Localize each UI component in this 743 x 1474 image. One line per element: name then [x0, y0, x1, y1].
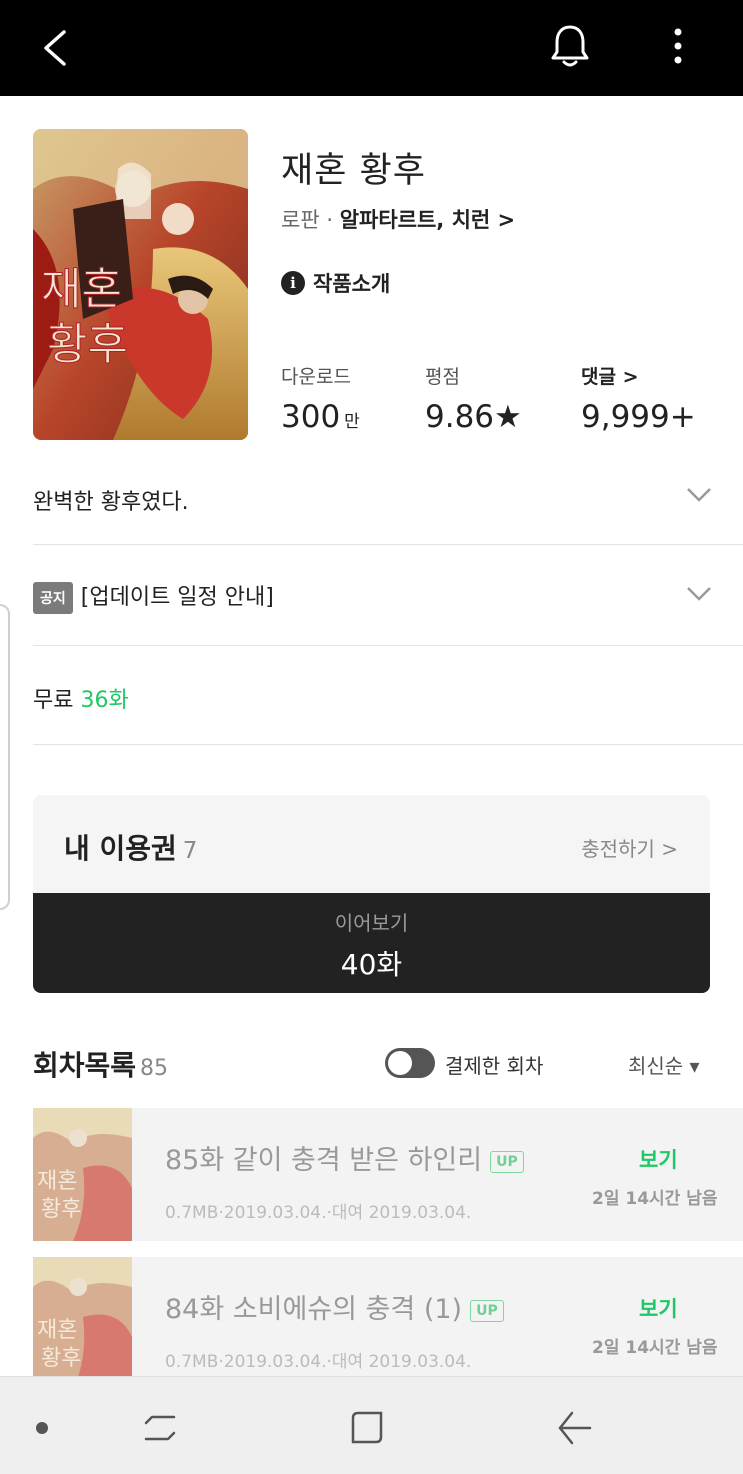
svg-text:재혼: 재혼 [37, 1169, 77, 1194]
synopsis-text: 완벽한 황후였다. [33, 490, 189, 515]
dot-icon[interactable] [34, 1420, 50, 1436]
episode-meta: 0.7MB·2019.03.04.·대여 2019.03.04. [165, 1203, 472, 1223]
sort-dropdown[interactable]: 최신순 ▾ [628, 1050, 700, 1079]
view-button[interactable]: 보기 [639, 1293, 678, 1323]
svg-text:재혼: 재혼 [41, 264, 122, 315]
download-label: 다운로드 [281, 366, 351, 388]
free-info: 무료 36화 [33, 682, 129, 714]
episode-count: 85 [140, 1056, 169, 1081]
back-nav-icon[interactable] [556, 1409, 594, 1447]
episode-title-text: 85화 같이 충격 받은 하인리 [165, 1145, 483, 1176]
intro-link[interactable]: i 작품소개 [281, 268, 390, 298]
episode-title-text: 84화 소비에슈의 충격 (1) [165, 1294, 463, 1325]
pass-box: 내 이용권 7 충전하기 > 이어보기 40화 [33, 795, 710, 993]
svg-text:황후: 황후 [41, 1346, 81, 1371]
home-icon[interactable] [348, 1409, 386, 1447]
remaining-time: 2일 14시간 남음 [592, 1189, 718, 1209]
notice-text: [업데이트 일정 안내] [80, 585, 274, 610]
chevron-down-icon[interactable] [685, 486, 713, 504]
episode-title: 85화 같이 충격 받은 하인리 UP [165, 1138, 524, 1177]
svg-text:재혼: 재혼 [37, 1318, 77, 1343]
notice-tag: 공지 [33, 582, 73, 614]
up-badge: UP [490, 1150, 524, 1173]
download-stat: 다운로드 300 만 [281, 362, 360, 435]
episode-row[interactable]: 재혼 황후 84화 소비에슈의 충격 (1) UP 0.7MB·2019.03.0… [33, 1257, 743, 1390]
svg-text:황후: 황후 [47, 319, 128, 370]
up-badge: UP [470, 1299, 504, 1322]
cover-image: 재혼 황후 [33, 129, 248, 440]
episode-meta: 0.7MB·2019.03.04.·대여 2019.03.04. [165, 1352, 472, 1372]
comments-value: 9,999+ [581, 399, 696, 435]
paid-episodes-label: 결제한 회차 [445, 1054, 544, 1078]
episode-thumbnail: 재혼 황후 [33, 1108, 132, 1241]
episode-thumbnail: 재혼 황후 [33, 1257, 132, 1390]
recent-apps-icon[interactable] [142, 1409, 178, 1447]
chevron-down-icon[interactable] [685, 585, 713, 603]
paid-episodes-toggle[interactable] [385, 1048, 435, 1078]
download-unit: 만 [344, 412, 360, 432]
work-meta: 로판 · 알파타르트, 치런 > [281, 204, 515, 234]
genre-label: 로판 · [281, 208, 333, 232]
notice: 공지 [업데이트 일정 안내] [33, 579, 274, 614]
download-value: 300 [281, 399, 341, 435]
info-icon: i [281, 271, 305, 295]
top-bar [0, 0, 743, 96]
free-label: 무료 [33, 688, 74, 713]
back-arrow-icon[interactable] [36, 26, 76, 70]
continue-episode: 40화 [340, 948, 403, 981]
svg-text:황후: 황후 [41, 1197, 81, 1222]
system-nav-bar [0, 1376, 743, 1474]
pass-title-label: 내 이용권 [64, 832, 177, 865]
pass-header: 내 이용권 7 충전하기 > [33, 795, 710, 893]
rating-value: 9.86★ [425, 399, 522, 435]
episode-list-title: 회차목록 85 [33, 1044, 168, 1084]
remaining-time: 2일 14시간 남음 [592, 1338, 718, 1358]
rating-stat: 평점 9.86★ [425, 362, 522, 435]
notice-row[interactable]: 공지 [업데이트 일정 안내] [33, 545, 743, 646]
view-button[interactable]: 보기 [639, 1144, 678, 1174]
free-row: 무료 36화 [33, 646, 743, 745]
comments-label[interactable]: 댓글 > [581, 362, 696, 389]
charge-button[interactable]: 충전하기 > [581, 833, 678, 862]
toggle-knob [388, 1051, 412, 1075]
comments-stat[interactable]: 댓글 > 9,999+ [581, 362, 696, 435]
work-title: 재혼 황후 [281, 151, 426, 191]
pass-count: 7 [182, 838, 198, 864]
continue-label: 이어보기 [334, 911, 409, 935]
bell-icon[interactable] [548, 22, 592, 70]
side-panel-handle[interactable] [0, 604, 10, 910]
more-vertical-icon[interactable] [664, 24, 692, 68]
free-count: 36화 [80, 688, 129, 713]
synopsis-row[interactable]: 완벽한 황후였다. [33, 460, 743, 545]
rating-label: 평점 [425, 366, 460, 388]
episode-list-header: 회차목록 85 결제한 회차 최신순 ▾ [33, 1044, 713, 1084]
continue-reading-button[interactable]: 이어보기 40화 [33, 893, 710, 993]
episode-list-label: 회차목록 [33, 1049, 137, 1082]
pass-title: 내 이용권 7 [64, 827, 197, 867]
authors-link[interactable]: 알파타르트, 치런 > [340, 208, 515, 232]
episode-title: 84화 소비에슈의 충격 (1) UP [165, 1287, 504, 1326]
episode-row[interactable]: 재혼 황후 85화 같이 충격 받은 하인리 UP 0.7MB·2019.03.0… [33, 1108, 743, 1241]
intro-label: 작품소개 [313, 272, 391, 296]
